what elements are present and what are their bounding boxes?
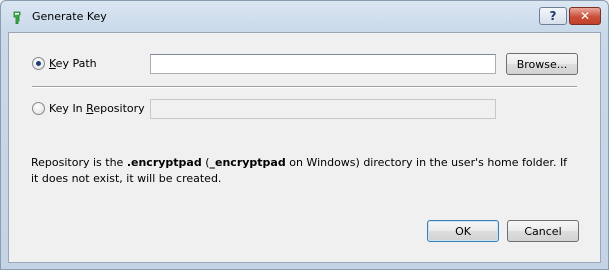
ok-button[interactable]: OK (427, 220, 499, 242)
help-icon: ? (549, 9, 557, 23)
separator (32, 86, 577, 88)
close-icon: ✕ (579, 9, 591, 23)
help-button[interactable]: ? (539, 7, 567, 25)
close-button[interactable]: ✕ (569, 7, 601, 25)
dialog-body: Key Path Browse... Key In Repository Rep… (8, 32, 601, 263)
window-title: Generate Key (32, 10, 107, 23)
title-bar[interactable]: Generate Key ? ✕ (1, 1, 608, 31)
key-path-label[interactable]: Key Path (49, 57, 97, 70)
browse-button[interactable]: Browse... (506, 53, 578, 75)
cancel-button[interactable]: Cancel (507, 220, 579, 242)
key-path-input[interactable] (150, 54, 496, 74)
key-icon (13, 11, 21, 24)
dialog-window: Generate Key ? ✕ Key Path Browse... Key … (0, 0, 609, 270)
repository-key-input[interactable] (150, 99, 496, 119)
repository-info-text: Repository is the .encryptpad (_encryptp… (31, 156, 568, 185)
key-path-radio[interactable] (32, 57, 45, 70)
key-in-repository-radio[interactable] (32, 102, 45, 115)
radio-selected-dot (36, 61, 41, 66)
key-in-repository-label[interactable]: Key In Repository (49, 102, 145, 115)
